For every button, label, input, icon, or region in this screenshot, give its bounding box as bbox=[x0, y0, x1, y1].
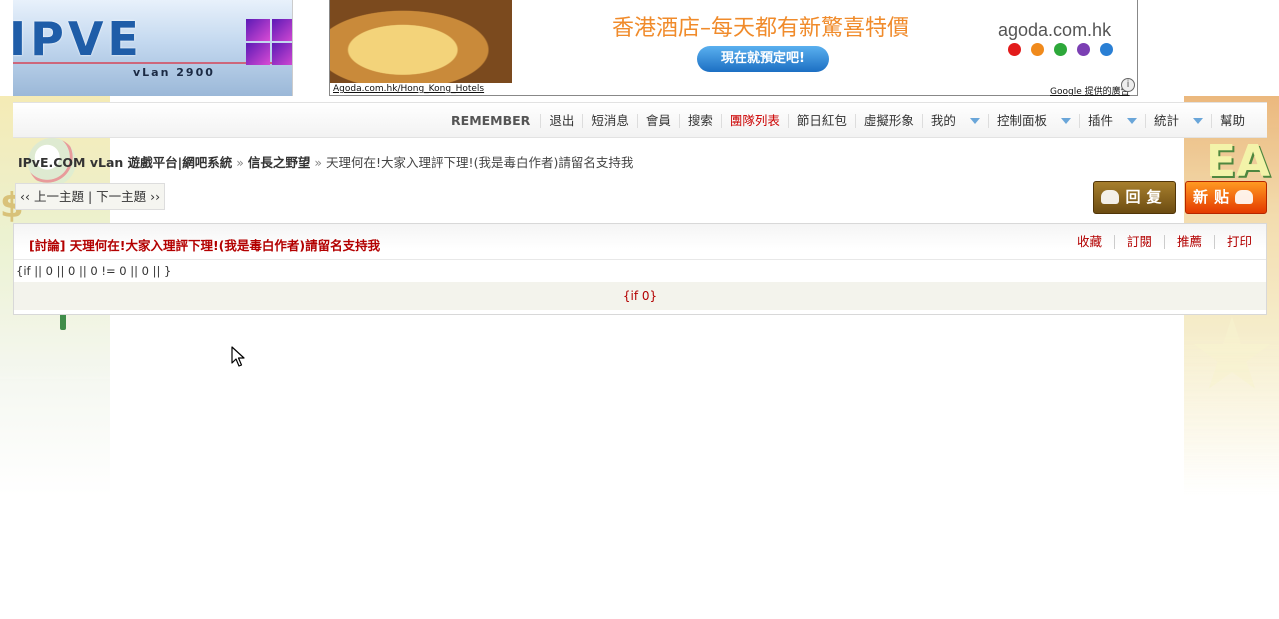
nav-avatar[interactable]: 虛擬形象 bbox=[854, 114, 922, 128]
ad-info-icon[interactable]: i bbox=[1121, 78, 1135, 92]
nav-plugins-menu[interactable]: 插件 bbox=[1078, 113, 1145, 128]
nav-plugins-label: 插件 bbox=[1087, 113, 1113, 128]
ad-brand[interactable]: agoda.com.hk bbox=[998, 20, 1111, 41]
logo-tiles bbox=[245, 18, 292, 70]
chevron-down-icon[interactable] bbox=[1060, 118, 1071, 124]
nav-messages[interactable]: 短消息 bbox=[582, 114, 637, 128]
logo-mark: IPVE bbox=[13, 12, 143, 66]
ad-url-link[interactable]: Agoda.com.hk/Hong_Kong_Hotels bbox=[333, 84, 484, 94]
print-link[interactable]: 打印 bbox=[1213, 235, 1264, 249]
nav-my-menu[interactable]: 我的 bbox=[921, 113, 988, 128]
reply-button[interactable]: 回复 bbox=[1093, 181, 1176, 214]
thread-title: [討論] 天理何在!大家入理評下理!(我是毒白作者)請留名支持我 bbox=[29, 238, 381, 253]
prev-topic-link[interactable]: ‹‹ 上一主題 bbox=[20, 189, 84, 204]
mouse-cursor-icon bbox=[231, 346, 245, 367]
nav-control-panel-label: 控制面板 bbox=[996, 113, 1047, 128]
site-logo[interactable]: IPVE vLan 2900 bbox=[13, 0, 293, 96]
ad-headline[interactable]: 香港酒店–每天都有新驚喜特價 bbox=[612, 10, 909, 42]
nav-control-panel-menu[interactable]: 控制面板 bbox=[987, 113, 1079, 128]
next-topic-link[interactable]: 下一主題 ›› bbox=[96, 189, 160, 204]
nav-search[interactable]: 搜索 bbox=[678, 114, 721, 128]
breadcrumb: IPvE.COM vLan 遊戲平台|網吧系統» 信長之野望» 天理何在!大家入理評… bbox=[18, 152, 633, 171]
ad-dot-0 bbox=[1008, 43, 1021, 56]
ad-book-button[interactable]: 現在就預定吧! bbox=[697, 46, 829, 72]
breadcrumb-forum[interactable]: 信長之野望 bbox=[248, 155, 311, 170]
chevron-down-icon[interactable] bbox=[1126, 118, 1137, 124]
favorite-link[interactable]: 收藏 bbox=[1065, 235, 1114, 249]
breadcrumb-separator: » bbox=[314, 155, 323, 170]
reply-label: 回复 bbox=[1125, 188, 1168, 206]
pager-divider: | bbox=[87, 189, 93, 204]
breadcrumb-site[interactable]: IPvE.COM vLan 遊戲平台|網吧系統 bbox=[18, 155, 232, 170]
ad-banner[interactable]: 香港酒店–每天都有新驚喜特價 現在就預定吧! agoda.com.hk Agod… bbox=[329, 0, 1138, 97]
nav-team-list[interactable]: 團隊列表 bbox=[720, 114, 788, 128]
chevron-down-icon[interactable] bbox=[1192, 118, 1203, 124]
breadcrumb-topic: 天理何在!大家入理評下理!(我是毒白作者)請留名支持我 bbox=[326, 155, 634, 170]
ad-food-image bbox=[330, 0, 512, 83]
ad-dot-2 bbox=[1054, 43, 1067, 56]
chevron-down-icon[interactable] bbox=[969, 118, 980, 124]
nav-my-label: 我的 bbox=[930, 113, 956, 128]
thread-pager: ‹‹ 上一主題 | 下一主題 ›› bbox=[15, 183, 165, 210]
ad-color-dots bbox=[1008, 43, 1123, 59]
top-nav-bar: REMEMBER 退出 短消息 會員 搜索 團隊列表 節日紅包 虛擬形象 我的 … bbox=[13, 102, 1267, 138]
ad-dot-3 bbox=[1077, 43, 1090, 56]
template-code-text: {if || 0 || 0 || 0 != 0 || 0 || } bbox=[16, 264, 172, 278]
nav-stats-label: 統計 bbox=[1153, 113, 1179, 128]
nav-members[interactable]: 會員 bbox=[636, 114, 679, 128]
template-row: {if 0} bbox=[14, 282, 1266, 310]
nav-username[interactable]: REMEMBER bbox=[443, 114, 540, 128]
thread-actions: 收藏 訂閱 推薦 打印 bbox=[1065, 235, 1264, 249]
ad-dot-1 bbox=[1031, 43, 1044, 56]
ad-dot-4 bbox=[1100, 43, 1113, 56]
nav-stats-menu[interactable]: 統計 bbox=[1144, 113, 1211, 128]
nav-help[interactable]: 幫助 bbox=[1210, 114, 1253, 128]
ad-provider-link[interactable]: Google 提供的廣告 bbox=[1050, 84, 1130, 97]
ea-decoration: EA bbox=[1206, 136, 1271, 187]
thread-header: [討論] 天理何在!大家入理評下理!(我是毒白作者)請留名支持我 收藏 訂閱 推… bbox=[14, 224, 1266, 260]
star-decoration bbox=[1193, 316, 1271, 389]
subscribe-link[interactable]: 訂閱 bbox=[1113, 235, 1164, 249]
thread-panel: [討論] 天理何在!大家入理評下理!(我是毒白作者)請留名支持我 收藏 訂閱 推… bbox=[13, 223, 1267, 315]
new-post-label: 新贴 bbox=[1192, 188, 1235, 206]
logo-subtitle: vLan 2900 bbox=[133, 66, 215, 79]
breadcrumb-separator: » bbox=[236, 155, 244, 170]
elephant-icon bbox=[1101, 190, 1120, 204]
elephant-icon bbox=[1235, 190, 1253, 204]
nav-logout[interactable]: 退出 bbox=[540, 114, 582, 128]
nav-festival-redpacket[interactable]: 節日紅包 bbox=[787, 114, 855, 128]
recommend-link[interactable]: 推薦 bbox=[1163, 235, 1214, 249]
new-post-button[interactable]: 新贴 bbox=[1185, 181, 1267, 214]
